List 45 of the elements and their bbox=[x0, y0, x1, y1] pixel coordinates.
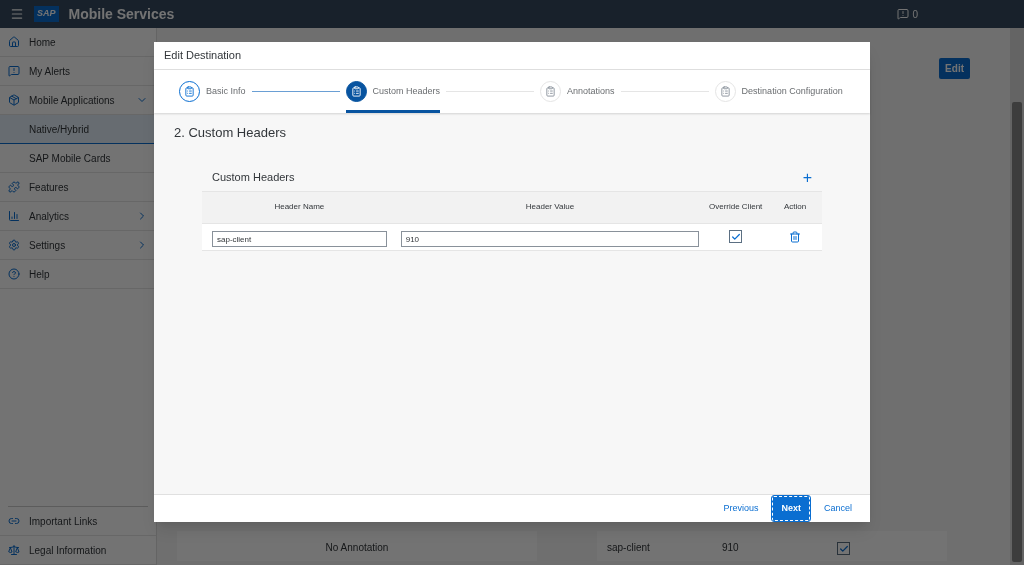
clipboard-icon bbox=[345, 81, 367, 102]
logo: SAP bbox=[34, 6, 59, 22]
delete-icon[interactable] bbox=[789, 230, 802, 243]
footer-button[interactable]: Previous bbox=[721, 501, 761, 516]
footer-button[interactable]: Cancel bbox=[822, 501, 854, 516]
sidebar-subitem[interactable]: Native/Hybrid bbox=[0, 115, 156, 144]
section-title: 2. Custom Headers bbox=[174, 124, 287, 142]
clipboard-icon bbox=[540, 81, 562, 102]
notification-icon[interactable] bbox=[897, 8, 910, 20]
column-header: Header Name bbox=[273, 201, 326, 213]
puzzle-icon bbox=[8, 181, 20, 193]
next-button[interactable]: Next bbox=[772, 495, 810, 522]
wizard-step[interactable]: Annotations bbox=[540, 70, 615, 113]
notification-count: 0 bbox=[912, 7, 918, 22]
checkbox[interactable] bbox=[729, 230, 743, 243]
input-field[interactable]: sap-client bbox=[212, 231, 387, 247]
home-icon bbox=[8, 36, 20, 48]
clipboard-icon bbox=[179, 81, 200, 102]
alert-icon bbox=[8, 65, 20, 77]
menu-icon[interactable] bbox=[10, 7, 24, 21]
column-header: Action bbox=[782, 201, 808, 213]
help-icon bbox=[8, 268, 20, 280]
bar-chart-icon bbox=[8, 210, 20, 222]
sidebar-link[interactable]: Legal Information bbox=[0, 536, 156, 565]
add-button[interactable]: + bbox=[802, 169, 812, 186]
app-title: Mobile Services bbox=[68, 4, 175, 24]
wizard-step[interactable]: Basic Info bbox=[179, 70, 246, 113]
checkbox[interactable] bbox=[837, 542, 850, 555]
link-icon bbox=[8, 515, 20, 527]
table-title: Custom Headers bbox=[212, 170, 295, 186]
wizard-step[interactable]: Custom Headers bbox=[345, 70, 441, 113]
table-cell-text: 910 bbox=[722, 541, 740, 555]
settings-icon bbox=[8, 239, 20, 251]
table-cell-text: sap-client bbox=[607, 541, 651, 555]
clipboard-icon bbox=[714, 81, 736, 102]
column-header: Header Value bbox=[524, 201, 576, 213]
scrollbar-thumb[interactable] bbox=[1012, 102, 1022, 562]
wizard-step[interactable]: Destination Configuration bbox=[714, 70, 843, 113]
empty-message: No Annotation bbox=[325, 541, 389, 555]
column-header: Override Client bbox=[707, 201, 764, 213]
scale-icon bbox=[8, 544, 20, 556]
input-field[interactable]: 910 bbox=[400, 231, 700, 247]
dialog-title: Edit Destination bbox=[164, 48, 242, 64]
edit-button[interactable]: Edit bbox=[939, 58, 970, 79]
cube-icon bbox=[8, 94, 20, 106]
